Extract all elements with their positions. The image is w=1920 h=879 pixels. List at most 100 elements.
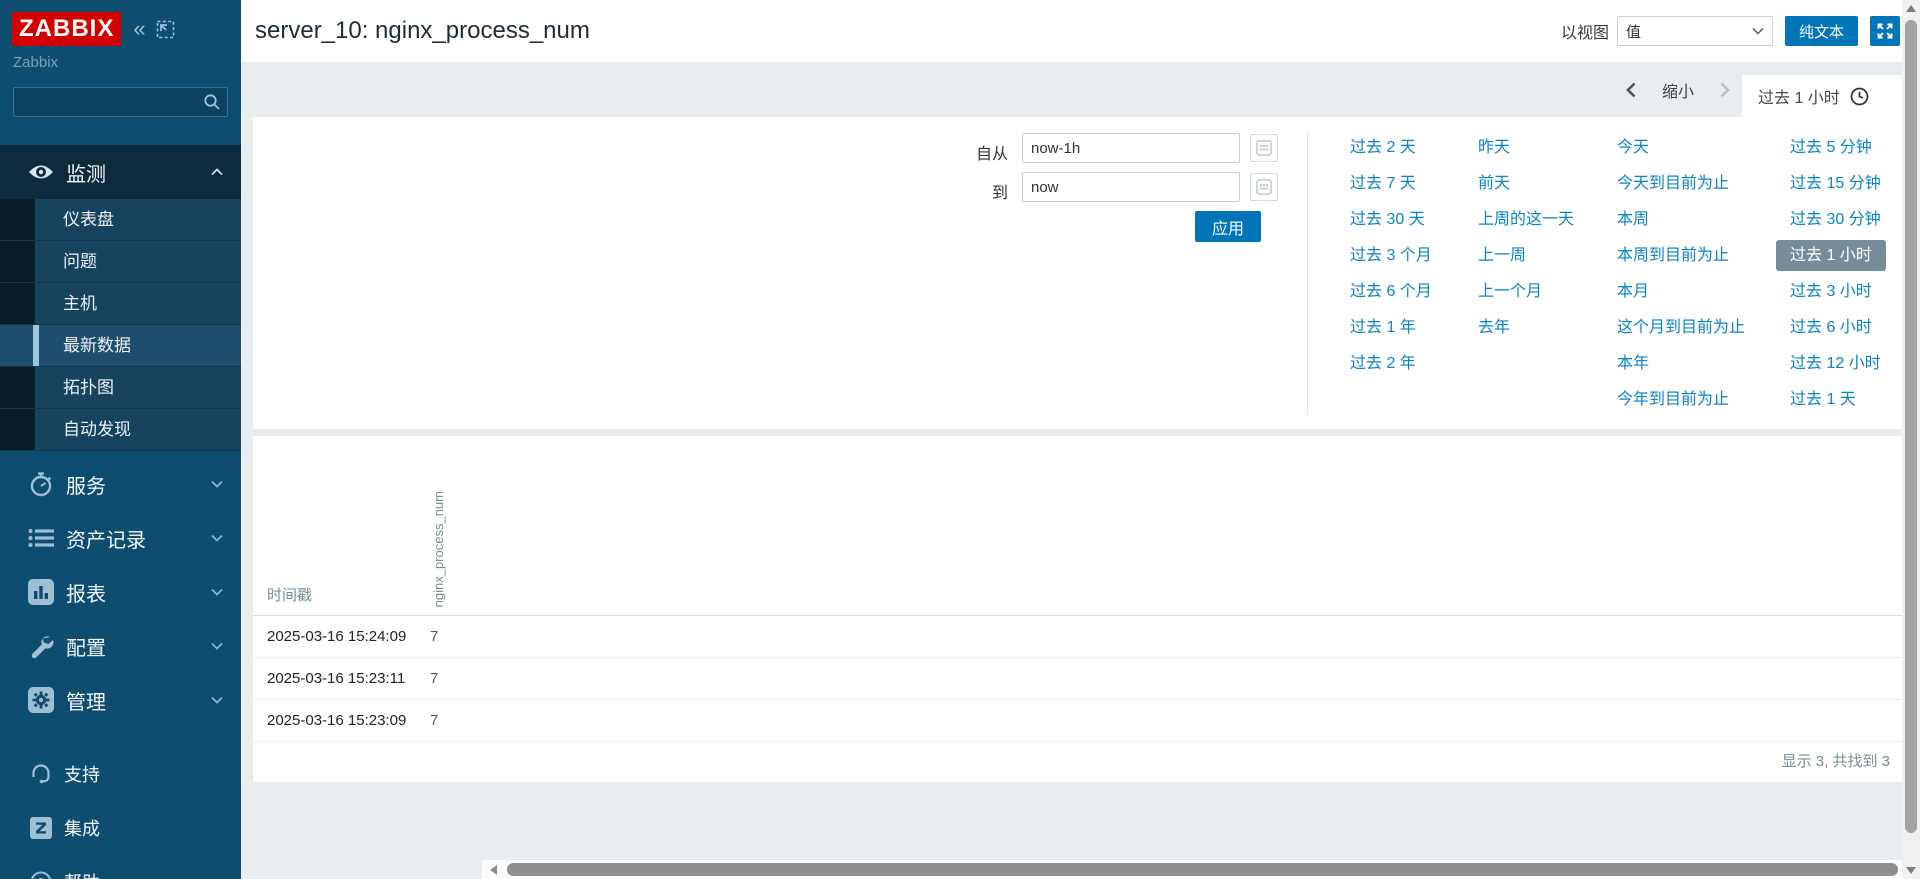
value-cell: 7	[430, 712, 438, 729]
range-link[interactable]: 过去 5 分钟	[1790, 137, 1872, 158]
sidebar-item-administration[interactable]: 管理	[0, 673, 241, 727]
sidebar-item-hosts[interactable]: 主机	[0, 283, 241, 325]
scroll-down-arrow-icon[interactable]	[1906, 867, 1916, 874]
range-link[interactable]: 今天到目前为止	[1617, 173, 1729, 194]
question-icon: ?	[30, 871, 52, 879]
horizontal-scrollbar[interactable]	[482, 860, 1902, 879]
range-link[interactable]: 今天	[1617, 137, 1649, 158]
time-forward-button[interactable]	[1720, 82, 1730, 98]
item-column-header: nginx_process_num	[431, 491, 446, 607]
range-link[interactable]: 过去 30 分钟	[1790, 209, 1881, 230]
sidebar-item-problems[interactable]: 问题	[0, 241, 241, 283]
z-square-icon	[30, 817, 52, 839]
eye-icon	[28, 159, 54, 185]
range-link[interactable]: 上一个月	[1478, 281, 1542, 302]
sidebar-header: ZABBIX «	[0, 0, 241, 46]
timestamp-cell: 2025-03-16 15:24:09	[267, 628, 430, 645]
plain-text-button[interactable]: 纯文本	[1785, 16, 1858, 46]
range-link[interactable]: 本周到目前为止	[1617, 245, 1729, 266]
range-link[interactable]: 过去 15 分钟	[1790, 173, 1881, 194]
range-link[interactable]: 过去 2 年	[1350, 353, 1416, 374]
quick-ranges-col1: 过去 2 天 过去 7 天 过去 30 天 过去 3 个月 过去 6 个月 过去…	[1350, 137, 1478, 410]
range-link[interactable]: 过去 2 天	[1350, 137, 1416, 158]
time-range-tab[interactable]: 过去 1 小时	[1742, 75, 1902, 117]
sidebar-item-latest-data[interactable]: 最新数据	[0, 325, 241, 367]
value-cell: 7	[430, 670, 438, 687]
compact-view-icon[interactable]	[156, 20, 175, 39]
apply-button[interactable]: 应用	[1195, 211, 1261, 242]
sidebar-item-discovery[interactable]: 自动发现	[0, 409, 241, 451]
calendar-icon	[1256, 179, 1272, 195]
gear-icon	[28, 687, 54, 713]
timestamp-column-header: 时间戳	[267, 584, 312, 605]
range-link-selected[interactable]: 过去 1 小时	[1776, 240, 1886, 271]
sidebar-item-label: 服务	[66, 470, 106, 499]
range-link[interactable]: 过去 30 天	[1350, 209, 1425, 230]
range-link[interactable]: 上一周	[1478, 245, 1526, 266]
zoom-out-button[interactable]: 缩小	[1662, 78, 1694, 102]
headset-icon	[30, 763, 52, 785]
chevron-left-icon	[1626, 82, 1636, 98]
range-link[interactable]: 过去 12 小时	[1790, 353, 1881, 374]
chevron-up-icon	[211, 168, 223, 176]
sidebar-item-support[interactable]: 支持	[0, 747, 241, 801]
range-link[interactable]: 过去 6 个月	[1350, 281, 1432, 302]
horizontal-scrollbar-thumb[interactable]	[507, 863, 1898, 876]
quick-ranges-col3: 今天 今天到目前为止 本周 本周到目前为止 本月 这个月到目前为止 本年 今年到…	[1617, 137, 1790, 410]
from-label: 自从	[948, 140, 1008, 164]
to-label: 到	[968, 179, 1008, 203]
table-row: 2025-03-16 15:23:09 7	[253, 700, 1902, 742]
chevron-down-icon	[211, 588, 223, 596]
range-link[interactable]: 今年到目前为止	[1617, 389, 1729, 410]
sidebar-item-reports[interactable]: 报表	[0, 565, 241, 619]
to-input[interactable]	[1022, 172, 1240, 202]
search-icon[interactable]	[203, 93, 221, 116]
timestamp-cell: 2025-03-16 15:23:09	[267, 712, 430, 729]
range-link[interactable]: 去年	[1478, 317, 1510, 338]
sidebar-search	[13, 87, 228, 117]
sidebar-item-label: 监测	[66, 158, 106, 187]
range-link[interactable]: 本周	[1617, 209, 1649, 230]
range-link[interactable]: 过去 6 小时	[1790, 317, 1872, 338]
sidebar-item-dashboard[interactable]: 仪表盘	[0, 199, 241, 241]
sidebar-item-services[interactable]: 服务	[0, 457, 241, 511]
range-link[interactable]: 上周的这一天	[1478, 209, 1574, 230]
view-as-value: 值	[1626, 21, 1641, 42]
from-calendar-button[interactable]	[1250, 134, 1278, 162]
sidebar-item-maps[interactable]: 拓扑图	[0, 367, 241, 409]
view-as-select[interactable]: 值	[1617, 16, 1773, 46]
range-link[interactable]: 昨天	[1478, 137, 1510, 158]
table-row: 2025-03-16 15:23:11 7	[253, 658, 1902, 700]
zabbix-logo[interactable]: ZABBIX	[12, 12, 121, 46]
range-link[interactable]: 本年	[1617, 353, 1649, 374]
range-link[interactable]: 本月	[1617, 281, 1649, 302]
quick-ranges-col2: 昨天 前天 上周的这一天 上一周 上一个月 去年	[1478, 137, 1617, 410]
chevron-down-icon	[211, 696, 223, 704]
sidebar-item-configuration[interactable]: 配置	[0, 619, 241, 673]
time-zoom-controls: 缩小	[1626, 62, 1730, 117]
range-link[interactable]: 过去 3 小时	[1790, 281, 1872, 302]
vertical-scrollbar-thumb[interactable]	[1905, 20, 1917, 833]
collapse-sidebar-icon[interactable]: «	[133, 19, 145, 39]
range-link[interactable]: 过去 1 天	[1790, 389, 1856, 410]
time-back-button[interactable]	[1626, 82, 1636, 98]
range-link[interactable]: 过去 7 天	[1350, 173, 1416, 194]
sidebar-item-help[interactable]: ? 帮助	[0, 855, 241, 879]
bar-chart-icon	[28, 579, 54, 605]
sidebar-item-inventory[interactable]: 资产记录	[0, 511, 241, 565]
sidebar-item-integrations[interactable]: 集成	[0, 801, 241, 855]
scroll-left-arrow-icon[interactable]	[490, 865, 497, 875]
range-link[interactable]: 过去 1 年	[1350, 317, 1416, 338]
range-link[interactable]: 前天	[1478, 173, 1510, 194]
to-calendar-button[interactable]	[1250, 173, 1278, 201]
vertical-scrollbar[interactable]	[1902, 0, 1920, 879]
from-input[interactable]	[1022, 133, 1240, 163]
sidebar-item-monitoring[interactable]: 监测	[0, 145, 241, 199]
search-input[interactable]	[14, 88, 227, 116]
scroll-up-arrow-icon[interactable]	[1906, 5, 1916, 12]
range-link[interactable]: 过去 3 个月	[1350, 245, 1432, 266]
range-link[interactable]: 这个月到目前为止	[1617, 317, 1745, 338]
clock-icon	[1850, 87, 1869, 106]
sidebar-item-label: 资产记录	[66, 524, 146, 553]
kiosk-mode-button[interactable]	[1870, 16, 1900, 46]
